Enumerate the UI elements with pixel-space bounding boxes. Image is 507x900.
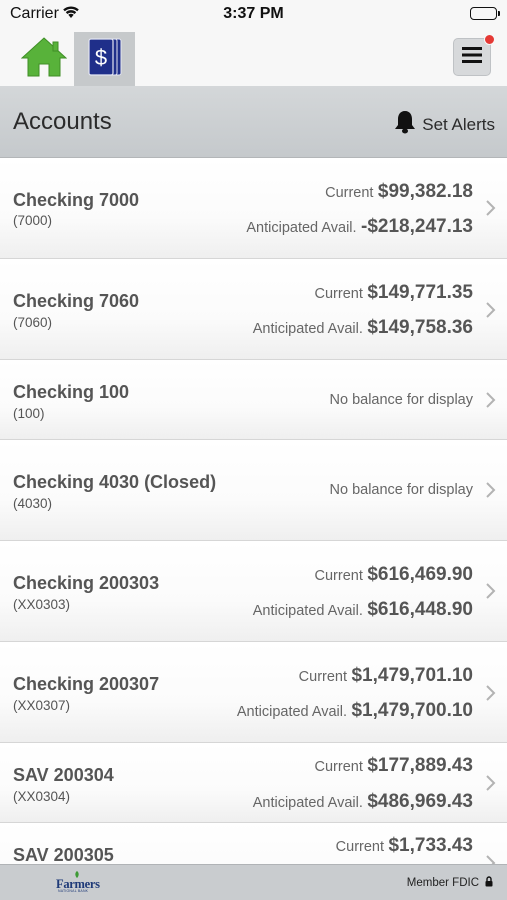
page-title: Accounts bbox=[13, 108, 112, 135]
account-row[interactable]: SAV 200304 (XX0304) Current $177,889.43 … bbox=[0, 743, 507, 823]
anticipated-balance: -$218,247.13 bbox=[361, 216, 473, 237]
status-bar: Carrier 3:37 PM bbox=[0, 0, 507, 30]
chevron-right-icon bbox=[486, 855, 496, 864]
anticipated-label: Anticipated Avail. bbox=[252, 795, 363, 811]
account-row[interactable]: Checking 200303 (XX0303) Current $616,46… bbox=[0, 541, 507, 642]
anticipated-balance: $1,479,700.10 bbox=[351, 700, 473, 721]
current-balance: $616,469.90 bbox=[367, 564, 473, 585]
chevron-right-icon bbox=[486, 775, 496, 791]
account-number: (4030) bbox=[13, 496, 53, 511]
account-row[interactable]: Checking 7000 (7000) Current $99,382.18 … bbox=[0, 158, 507, 259]
account-row[interactable]: Checking 200307 (XX0307) Current $1,479,… bbox=[0, 642, 507, 743]
home-icon bbox=[20, 36, 67, 83]
account-number: (100) bbox=[13, 406, 45, 421]
current-balance-line: Current $616,469.90 bbox=[315, 564, 473, 586]
anticipated-label: Anticipated Avail. bbox=[246, 220, 357, 236]
account-row[interactable]: Checking 4030 (Closed) (4030) No balance… bbox=[0, 440, 507, 541]
chevron-right-icon bbox=[486, 685, 496, 701]
current-balance-line: Current $1,479,701.10 bbox=[299, 665, 473, 687]
anticipated-balance-line: Anticipated Avail. -$218,247.13 bbox=[246, 216, 473, 238]
account-row[interactable]: Checking 100 (100) No balance for displa… bbox=[0, 360, 507, 440]
tab-home[interactable] bbox=[13, 32, 74, 86]
anticipated-balance-line: Anticipated Avail. $1,479,700.10 bbox=[237, 700, 473, 722]
account-number: (7060) bbox=[13, 315, 53, 330]
current-balance: $99,382.18 bbox=[377, 181, 473, 202]
chevron-right-icon bbox=[486, 482, 496, 498]
account-name: Checking 100 bbox=[13, 382, 130, 402]
account-name: Checking 7060 bbox=[13, 291, 140, 311]
current-label: Current bbox=[314, 759, 363, 775]
account-name: Checking 200303 bbox=[13, 573, 160, 593]
anticipated-label: Anticipated Avail. bbox=[252, 603, 363, 619]
current-balance: $149,771.35 bbox=[367, 282, 473, 303]
no-balance-text: No balance for display bbox=[329, 482, 473, 498]
footer: Farmers NATIONAL BANK Member FDIC bbox=[0, 864, 507, 900]
anticipated-label: Anticipated Avail. bbox=[236, 704, 348, 720]
account-number: (7000) bbox=[13, 213, 53, 228]
battery-icon bbox=[470, 7, 500, 20]
chevron-right-icon bbox=[486, 583, 496, 599]
chevron-right-icon bbox=[486, 392, 496, 408]
current-label: Current bbox=[335, 839, 385, 855]
logo-subtext: NATIONAL BANK bbox=[58, 889, 89, 893]
no-balance-text: No balance for display bbox=[329, 392, 473, 408]
account-row[interactable]: SAV 200305 Current $1,733.43 bbox=[0, 823, 507, 864]
account-name: SAV 200304 bbox=[13, 765, 114, 785]
set-alerts-label: Set Alerts bbox=[422, 114, 495, 134]
current-balance: $1,733.43 bbox=[388, 835, 473, 856]
account-name: Checking 7000 bbox=[13, 190, 140, 210]
clock-time: 3:37 PM bbox=[223, 5, 284, 22]
current-balance-line: Current $149,771.35 bbox=[315, 282, 473, 304]
bank-logo: Farmers NATIONAL BANK bbox=[56, 871, 108, 895]
account-name: Checking 200307 bbox=[13, 674, 160, 694]
svg-text:$: $ bbox=[94, 45, 106, 70]
current-label: Current bbox=[314, 286, 363, 302]
current-label: Current bbox=[298, 669, 348, 685]
anticipated-balance: $486,969.43 bbox=[367, 791, 473, 812]
current-balance: $177,889.43 bbox=[367, 755, 473, 776]
chevron-right-icon bbox=[486, 302, 496, 318]
current-balance-line: Current $99,382.18 bbox=[325, 181, 473, 203]
page-header: Accounts Set Alerts bbox=[0, 86, 507, 158]
anticipated-balance: $616,448.90 bbox=[367, 599, 473, 620]
current-balance-line: Current $1,733.43 bbox=[336, 835, 473, 857]
anticipated-balance-line: Anticipated Avail. $616,448.90 bbox=[253, 599, 473, 621]
tab-accounts[interactable]: $ bbox=[74, 32, 135, 86]
menu-button[interactable] bbox=[453, 34, 495, 76]
member-fdic-label: Member FDIC bbox=[406, 877, 479, 889]
account-name: Checking 4030 (Closed) bbox=[13, 472, 217, 492]
member-fdic: Member FDIC bbox=[407, 876, 493, 890]
current-label: Current bbox=[314, 568, 363, 584]
account-number: (XX0307) bbox=[13, 698, 71, 713]
current-balance-line: Current $177,889.43 bbox=[315, 755, 473, 777]
account-name: SAV 200305 bbox=[13, 845, 114, 864]
accounts-dollar-icon: $ bbox=[86, 37, 124, 82]
accounts-list: Checking 7000 (7000) Current $99,382.18 … bbox=[0, 158, 507, 864]
bell-icon bbox=[394, 110, 416, 139]
set-alerts-button[interactable]: Set Alerts bbox=[394, 110, 495, 139]
current-balance: $1,479,701.10 bbox=[351, 665, 473, 686]
lock-icon bbox=[485, 876, 493, 890]
anticipated-balance-line: Anticipated Avail. $486,969.43 bbox=[253, 791, 473, 813]
current-label: Current bbox=[325, 185, 374, 201]
anticipated-balance-line: Anticipated Avail. $149,758.36 bbox=[253, 317, 473, 339]
anticipated-balance: $149,758.36 bbox=[367, 317, 473, 338]
account-row[interactable]: Checking 7060 (7060) Current $149,771.35… bbox=[0, 259, 507, 360]
chevron-right-icon bbox=[486, 200, 496, 216]
account-number: (XX0304) bbox=[13, 789, 71, 804]
hamburger-menu-icon bbox=[462, 46, 482, 68]
top-tab-bar: $ bbox=[0, 30, 507, 86]
account-number: (XX0303) bbox=[13, 597, 71, 612]
anticipated-label: Anticipated Avail. bbox=[252, 321, 363, 337]
notification-dot bbox=[484, 34, 495, 45]
